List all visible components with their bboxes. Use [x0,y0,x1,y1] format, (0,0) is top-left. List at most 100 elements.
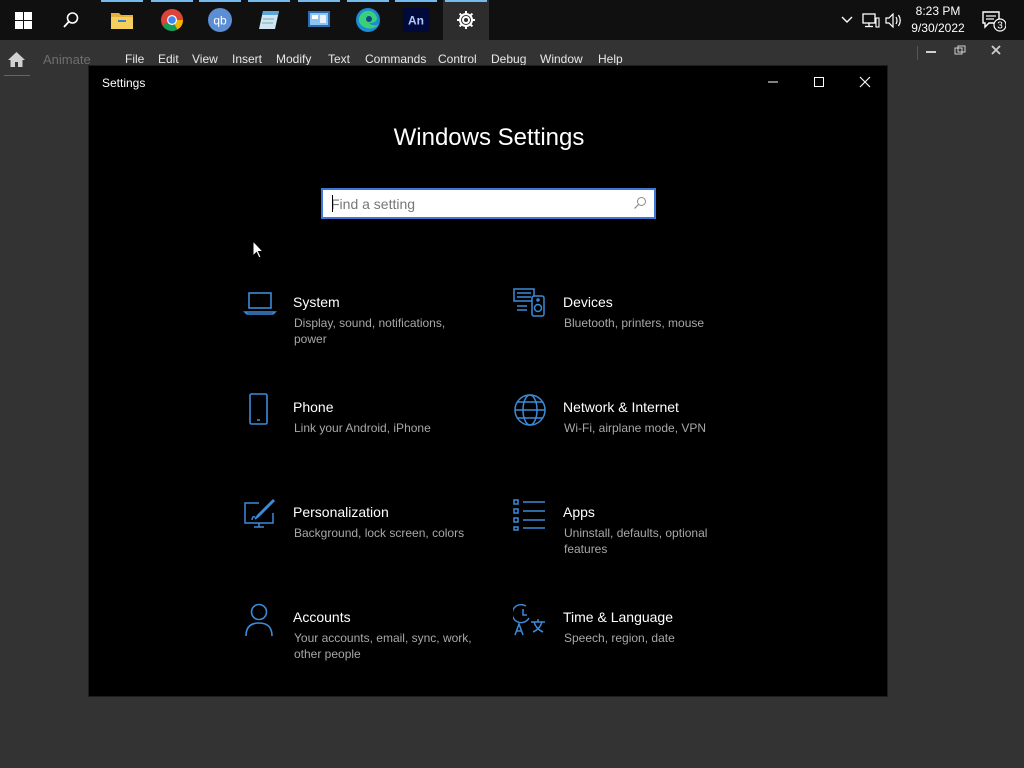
animate-icon: An [403,8,429,32]
taskbar-animate[interactable]: An [393,0,439,40]
tile-description: Background, lock screen, colors [294,526,465,540]
taskbar-chrome[interactable] [149,0,195,40]
tile-accounts[interactable]: Accounts Your accounts, email, sync, wor… [243,603,483,673]
action-center-button[interactable]: 3 [978,0,1008,40]
search-icon [634,197,646,209]
tile-devices[interactable]: Devices Bluetooth, printers, mouse [513,288,753,358]
menu-file[interactable]: File [125,52,144,66]
menu-commands[interactable]: Commands [365,52,426,66]
minimize-icon [926,51,936,53]
taskbar: qb An 8:23 PM 9/30/2022 3 [0,0,1024,40]
clock-date: 9/30/2022 [911,21,965,35]
folder-icon [111,13,133,29]
taskbar-notepad[interactable] [246,0,292,40]
tile-title: Phone [293,399,334,415]
tile-title: Accounts [293,609,351,625]
windows-logo-icon [14,11,32,29]
search-icon [63,12,79,28]
minimize-icon [768,81,778,83]
home-underline [4,75,30,76]
devices-icon [513,288,545,317]
notepad-icon [259,11,279,29]
maximize-icon [814,77,824,87]
menu-insert[interactable]: Insert [232,52,262,66]
qbittorrent-icon: qb [208,8,232,32]
app-name: Animate [43,52,91,67]
close-icon [859,76,871,88]
tile-title: Time & Language [563,609,673,625]
menu-modify[interactable]: Modify [276,52,311,66]
tile-title: Devices [563,294,613,310]
menu-control[interactable]: Control [438,52,477,66]
personalization-icon [244,498,276,528]
close-icon [991,45,1001,55]
close-button[interactable] [842,66,888,98]
phone-icon [249,393,268,425]
tile-description: Display, sound, notifications, power [294,316,446,346]
time-language-icon [513,603,545,636]
svg-text:qb: qb [213,14,227,28]
clock-time: 8:23 PM [915,4,961,18]
taskbar-settings[interactable] [443,0,489,40]
home-button[interactable] [7,51,26,73]
taskbar-clock[interactable]: 8:23 PM 9/30/2022 [905,3,971,37]
taskbar-qbittorrent[interactable]: qb [197,0,243,40]
menu-help[interactable]: Help [598,52,623,66]
maximize-button[interactable] [796,66,842,98]
tile-title: Personalization [293,504,389,520]
tile-title: System [293,294,340,310]
tray-network-button[interactable] [860,0,882,40]
tile-phone[interactable]: Phone Link your Android, iPhone [243,393,483,463]
search-box[interactable] [321,188,656,219]
restore-icon [954,45,966,55]
notification-count: 3 [997,21,1003,32]
app-close-button[interactable] [985,42,1007,58]
home-icon [8,52,25,67]
laptop-icon [243,292,277,315]
notification-icon: 3 [982,11,1006,32]
app-minimize-button[interactable] [920,42,942,58]
svg-text:An: An [408,14,424,28]
text-caret [332,195,333,212]
menu-edit[interactable]: Edit [158,52,179,66]
chrome-icon [161,9,183,31]
tile-description: Speech, region, date [564,631,675,645]
menu-view[interactable]: View [192,52,218,66]
window-title: Settings [102,76,146,90]
tile-description: Link your Android, iPhone [294,421,431,435]
app-divider [917,46,918,60]
taskbar-control-panel[interactable] [296,0,342,40]
control-panel-icon [308,11,330,27]
page-title: Windows Settings [393,124,585,151]
network-icon [862,12,880,28]
search-button[interactable] [48,0,94,40]
tile-network-internet[interactable]: Network & Internet Wi-Fi, airplane mode,… [513,393,753,463]
app-restore-button[interactable] [949,42,971,58]
person-icon [245,603,273,637]
tile-description: Uninstall, defaults, optional features [564,526,708,556]
tile-personalization[interactable]: Personalization Background, lock screen,… [243,498,483,568]
tile-apps[interactable]: Apps Uninstall, defaults, optional featu… [513,498,753,568]
edge-icon [356,8,380,32]
tile-title: Apps [563,504,595,520]
tile-description: Bluetooth, printers, mouse [564,316,705,330]
menu-debug[interactable]: Debug [491,52,526,66]
taskbar-edge[interactable] [345,0,391,40]
menu-text[interactable]: Text [328,52,350,66]
tile-system[interactable]: System Display, sound, notifications, po… [243,288,483,358]
tray-volume-button[interactable] [884,0,904,40]
settings-window: Settings Windows Settings System Display… [88,65,888,697]
tray-overflow-button[interactable] [838,0,856,40]
start-button[interactable] [0,0,46,40]
tile-time-language[interactable]: Time & Language Speech, region, date [513,603,753,673]
volume-icon [885,12,901,28]
gear-icon [457,11,475,29]
tile-description: Wi-Fi, airplane mode, VPN [564,421,707,435]
search-input[interactable] [331,194,621,214]
tile-description: Your accounts, email, sync, work, other … [294,631,472,661]
taskbar-file-explorer[interactable] [99,0,145,40]
minimize-button[interactable] [750,66,796,98]
mouse-cursor-icon [252,240,264,259]
menu-window[interactable]: Window [540,52,583,66]
chevron-up-icon [841,16,853,23]
